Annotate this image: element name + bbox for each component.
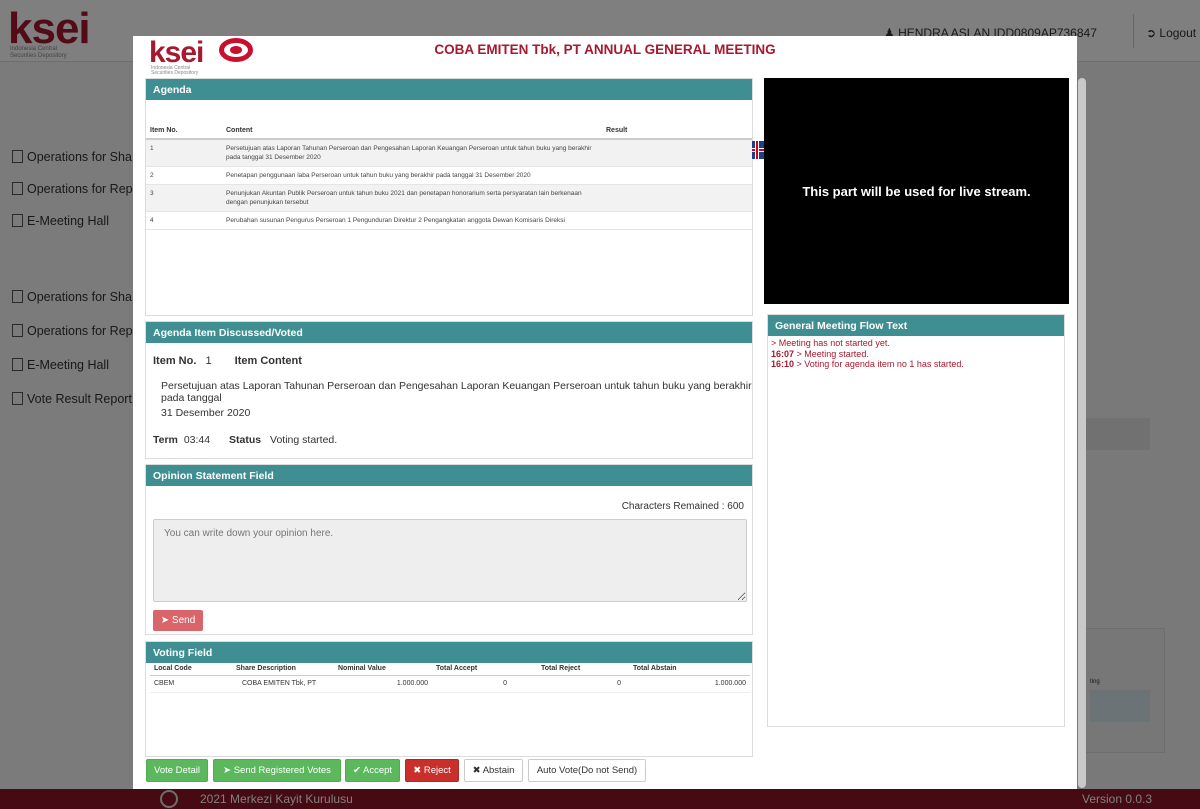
- term-label: Term: [153, 434, 178, 446]
- agenda-item-discussed-panel: Agenda Item Discussed/Voted Item No. 1 I…: [145, 321, 753, 459]
- column-header-total-abstain: Total Abstain: [629, 663, 701, 676]
- voting-table: Local Code Share Description Nominal Val…: [150, 663, 750, 693]
- send-icon: ➤: [223, 765, 234, 776]
- auto-vote-button[interactable]: Auto Vote(Do not Send): [528, 759, 646, 782]
- flow-text-log: > Meeting has not started yet. 16:07 > M…: [768, 336, 1064, 372]
- accept-label: Accept: [363, 765, 393, 776]
- live-stream-area[interactable]: This part will be used for live stream.: [764, 78, 1069, 304]
- content-cell: Persetujuan atas Laporan Tahunan Persero…: [222, 139, 602, 167]
- column-header-share-description: Share Description: [232, 663, 334, 676]
- item-no-value: 1: [205, 355, 212, 367]
- item-no-cell: 3: [146, 184, 222, 212]
- column-header-extra: [701, 663, 750, 676]
- content-cell: Perubahan susunan Pengurus Perseroan 1 P…: [222, 211, 602, 230]
- flow-line: 16:07 > Meeting started.: [771, 349, 1061, 360]
- item-no-cell: 4: [146, 211, 222, 230]
- modal-logo-subtitle: Indonesia Central Securities Depository: [151, 66, 198, 76]
- send-registered-votes-button[interactable]: ➤ Send Registered Votes: [213, 759, 341, 782]
- item-no-label: Item No.: [153, 355, 197, 367]
- flow-time: 16:07: [771, 348, 795, 359]
- status-value: Voting started.: [270, 434, 338, 446]
- result-cell: [602, 184, 752, 212]
- result-cell: [602, 211, 752, 230]
- meeting-modal: ksei Indonesia Central Securities Deposi…: [133, 36, 1077, 789]
- accept-button[interactable]: ✔ Accept: [345, 759, 400, 782]
- nominal-value-cell: 1.000.000: [334, 675, 432, 693]
- item-no-cell: 1: [146, 139, 222, 167]
- status-label: Status: [229, 434, 262, 446]
- column-header-nominal-value: Nominal Value: [334, 663, 432, 676]
- voting-panel-header: Voting Field: [146, 642, 752, 663]
- table-row[interactable]: 4 Perubahan susunan Pengurus Perseroan 1…: [146, 211, 752, 230]
- column-header-total-reject: Total Reject: [537, 663, 629, 676]
- item-no-cell: 2: [146, 166, 222, 185]
- column-header-total-accept: Total Accept: [432, 663, 537, 676]
- flow-message: > Meeting started.: [794, 348, 869, 359]
- flow-panel-header: General Meeting Flow Text: [768, 315, 1064, 336]
- opinion-panel-header: Opinion Statement Field: [146, 465, 752, 486]
- send-opinion-button[interactable]: ➤ Send: [153, 610, 203, 631]
- total-reject-cell: 0: [537, 675, 629, 693]
- send-registered-label: Send Registered Votes: [233, 765, 331, 776]
- discussed-panel-header: Agenda Item Discussed/Voted: [146, 322, 752, 343]
- close-icon: ✖: [472, 765, 483, 776]
- term-value: 03:44: [183, 434, 211, 446]
- item-content-text: Persetujuan atas Laporan Tahunan Persero…: [161, 380, 752, 404]
- send-label: Send: [171, 615, 196, 626]
- check-icon: ✔: [352, 765, 364, 776]
- table-row[interactable]: 1 Persetujuan atas Laporan Tahunan Perse…: [146, 139, 752, 167]
- agenda-panel: Agenda Item No. Content Result 1 Persetu…: [145, 78, 768, 316]
- vote-detail-button[interactable]: Vote Detail: [146, 759, 208, 782]
- agenda-table: Item No. Content Result 1 Persetujuan at…: [146, 122, 752, 230]
- item-content-label: Item Content: [234, 355, 302, 367]
- send-icon: ➤: [160, 615, 172, 626]
- share-description-cell: COBA EMITEN Tbk, PT: [232, 675, 334, 693]
- table-row[interactable]: 3 Penunjukan Akuntan Publik Perseroan un…: [146, 184, 752, 212]
- abstain-button[interactable]: ✖ Abstain: [464, 759, 523, 782]
- characters-remaining: Characters Remained : 600: [621, 501, 744, 512]
- flow-time: 16:10: [771, 359, 795, 369]
- term-status-row: Term 03:44 Status Voting started.: [153, 434, 337, 446]
- opinion-panel: Opinion Statement Field Characters Remai…: [145, 464, 753, 635]
- modal-scrollbar[interactable]: [1078, 78, 1086, 788]
- result-cell: [602, 166, 752, 185]
- abstain-label: Abstain: [482, 765, 515, 776]
- column-header-content: Content: [222, 122, 602, 140]
- modal-title: COBA EMITEN Tbk, PT ANNUAL GENERAL MEETI…: [434, 42, 776, 57]
- flow-message: > Meeting has not started yet.: [771, 338, 890, 348]
- local-code-cell: CBEM: [150, 675, 232, 693]
- column-header-result: Result: [602, 122, 752, 140]
- item-content-text-line-2: 31 Desember 2020: [161, 407, 251, 419]
- total-abstain-cell: 1.000.000: [629, 675, 750, 693]
- modal-logo-subtitle-line-2: Securities Depository: [151, 70, 199, 76]
- agenda-panel-header: Agenda: [146, 79, 752, 100]
- voting-panel: Voting Field Local Code Share Descriptio…: [145, 641, 753, 757]
- opinion-textarea[interactable]: [153, 519, 747, 602]
- reject-button[interactable]: ✖ Reject: [405, 759, 459, 782]
- content-cell: Penetapan penggunaan laba Perseroan untu…: [222, 166, 602, 185]
- column-header-local-code: Local Code: [150, 663, 232, 676]
- flow-line: 16:10 > Voting for agenda item no 1 has …: [771, 359, 1061, 370]
- item-no-row: Item No. 1 Item Content: [153, 355, 302, 367]
- table-row[interactable]: 2 Penetapan penggunaan laba Perseroan un…: [146, 166, 752, 185]
- table-row[interactable]: CBEM COBA EMITEN Tbk, PT 1.000.000 0 0 1…: [150, 675, 750, 693]
- reject-label: Reject: [423, 765, 451, 776]
- flow-line: > Meeting has not started yet.: [771, 338, 1061, 349]
- result-cell: [602, 139, 752, 167]
- close-icon: ✖: [413, 765, 424, 776]
- total-accept-cell: 0: [432, 675, 537, 693]
- content-cell: Penunjukan Akuntan Publik Perseroan untu…: [222, 184, 602, 212]
- meeting-flow-panel: General Meeting Flow Text > Meeting has …: [767, 314, 1065, 727]
- column-header-item-no: Item No.: [146, 122, 222, 140]
- flow-message: > Voting for agenda item no 1 has starte…: [794, 359, 964, 369]
